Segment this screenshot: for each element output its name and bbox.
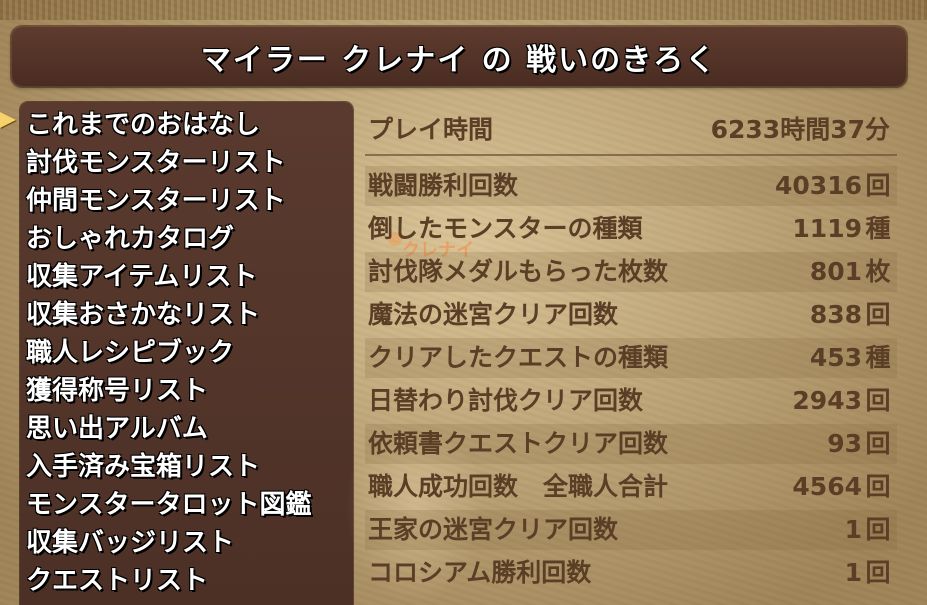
stat-unit: 種 [865, 214, 891, 243]
stat-label: 戦闘勝利回数 [368, 171, 519, 200]
stat-label: 魔法の迷宮クリア回数 [368, 300, 619, 329]
menu-item-tarot-book[interactable]: モンスタータロット図鑑 [26, 486, 311, 524]
stat-value: 4564 [792, 472, 862, 501]
menu-item-badge-list[interactable]: 収集バッジリスト [26, 524, 234, 562]
stat-unit: 回 [865, 558, 891, 587]
stat-label: コロシアム勝利回数 [368, 558, 592, 587]
stats-panel: プレイ時間 6233時間37分 戦闘勝利回数 40316 回 倒したモンスターの… [365, 102, 900, 605]
playtime-label: プレイ時間 [368, 115, 494, 144]
stat-unit: 回 [865, 386, 891, 415]
stat-unit: 回 [865, 472, 891, 501]
page-title: マイラー クレナイ の 戦いのきろく [200, 42, 718, 78]
menu-item-treasure-list[interactable]: 入手済み宝箱リスト [26, 448, 260, 486]
menu-item-album[interactable]: 思い出アルバム [26, 410, 208, 448]
stat-label: クリアしたクエストの種類 [368, 343, 669, 372]
stat-value: 40316 [775, 171, 862, 200]
stat-value: 2943 [792, 386, 862, 415]
stat-label: 日替わり討伐クリア回数 [368, 386, 644, 415]
stat-value: 838 [809, 300, 862, 329]
stat-value: 1 [844, 558, 862, 587]
menu-item-ally-monsters[interactable]: 仲間モンスターリスト [26, 182, 285, 220]
stat-unit: 枚 [865, 257, 891, 286]
stat-label: 職人成功回数 全職人合計 [368, 472, 669, 501]
stat-unit: 回 [865, 171, 891, 200]
menu-item-story[interactable]: これまでのおはなし [26, 106, 260, 144]
stat-value: 453 [809, 343, 862, 372]
stat-value: 93 [827, 429, 862, 458]
stat-unit: 回 [865, 515, 891, 544]
stat-unit: 回 [865, 300, 891, 329]
stat-label: 討伐隊メダルもらった枚数 [368, 257, 669, 286]
menu-item-recipe-book[interactable]: 職人レシピブック [26, 334, 234, 372]
title-bar: マイラー クレナイ の 戦いのきろく [12, 27, 906, 86]
menu-item-fish-list[interactable]: 収集おさかなリスト [26, 296, 260, 334]
stat-value: 801 [809, 257, 862, 286]
stat-unit: 種 [865, 343, 891, 372]
stat-label: 依頼書クエストクリア回数 [368, 429, 669, 458]
menu-item-fashion-catalog[interactable]: おしゃれカタログ [26, 220, 234, 258]
stat-value: 1 [844, 515, 862, 544]
record-menu: これまでのおはなし 討伐モンスターリスト 仲間モンスターリスト おしゃれカタログ… [20, 102, 353, 605]
menu-item-quest-list[interactable]: クエストリスト [26, 562, 208, 600]
stat-unit: 回 [865, 429, 891, 458]
menu-item-title-list[interactable]: 獲得称号リスト [26, 372, 208, 410]
playtime-value: 6233時間37分 [710, 115, 890, 144]
menu-item-defeated-monsters[interactable]: 討伐モンスターリスト [26, 144, 285, 182]
stat-label: 倒したモンスターの種類 [368, 214, 643, 243]
selection-cursor-icon [0, 112, 16, 128]
stat-value: 1119 [792, 214, 862, 243]
menu-item-item-list[interactable]: 収集アイテムリスト [26, 258, 257, 296]
stat-label: 王家の迷宮クリア回数 [368, 515, 619, 544]
divider [365, 154, 897, 156]
